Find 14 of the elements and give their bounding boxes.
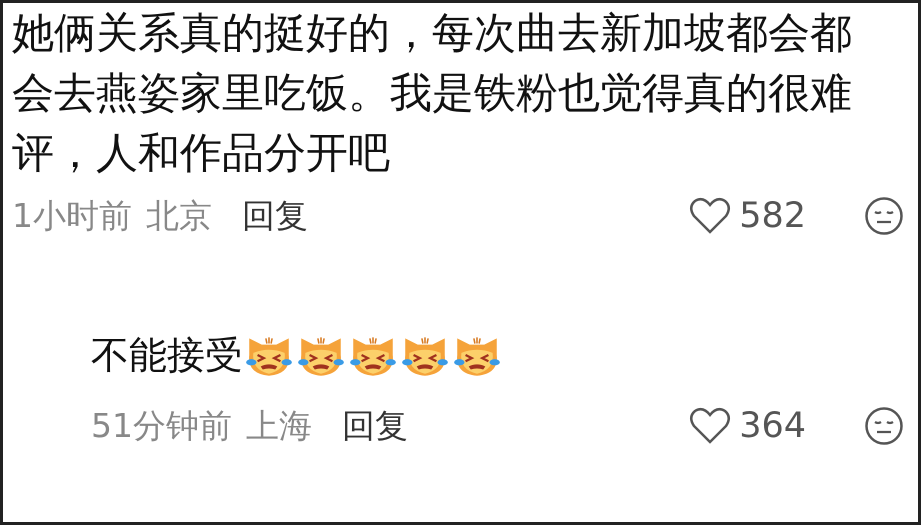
face-icon[interactable] xyxy=(864,196,904,236)
comment-text: 不能接受 xyxy=(91,332,243,379)
comment-location: 上海 xyxy=(246,404,312,446)
comment-time: 51分钟前 xyxy=(91,404,232,446)
comment-text: 她俩关系真的挺好的，每次曲去新加坡都会都会去燕姿家里吃饭。我是铁粉也觉得真的很难评，人和作品分开吧 xyxy=(12,7,853,179)
heart-icon[interactable] xyxy=(689,197,732,235)
heart-icon[interactable] xyxy=(689,407,732,445)
face-icon[interactable] xyxy=(864,406,904,446)
reply-button[interactable]: 回复 xyxy=(242,194,308,238)
comment-location: 北京 xyxy=(146,194,212,236)
reply-button[interactable]: 回复 xyxy=(342,404,408,448)
like-count: 582 xyxy=(739,196,806,236)
comment-time: 1小时前 xyxy=(12,194,132,236)
like-count: 364 xyxy=(739,406,806,446)
